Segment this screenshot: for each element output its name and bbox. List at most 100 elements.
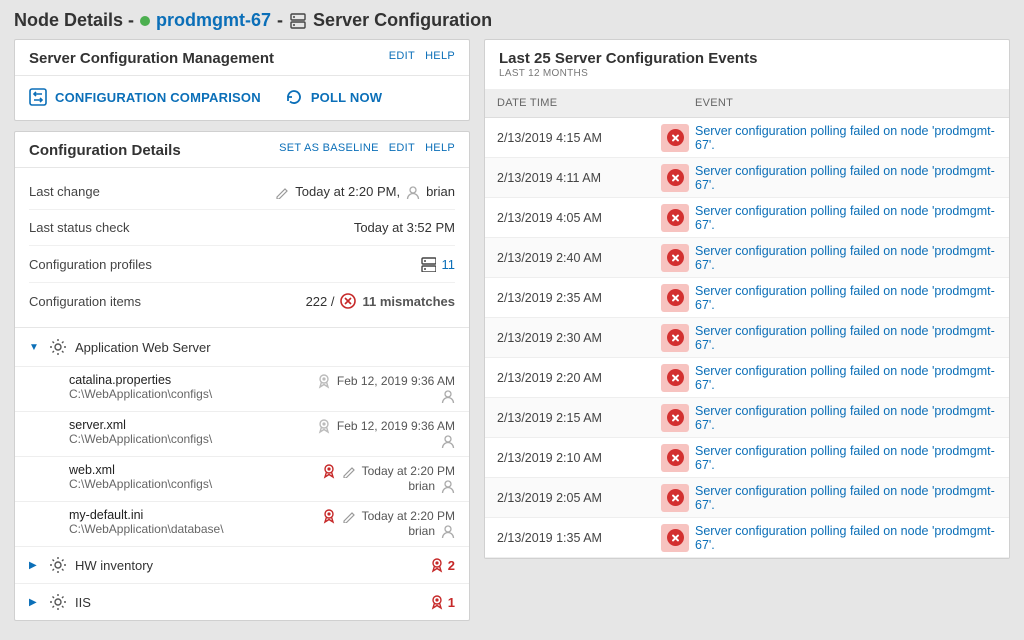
poll-now-button[interactable]: POLL NOW: [285, 88, 382, 106]
col-date-time: DATE TIME: [485, 89, 655, 117]
tree-item-path: C:\WebApplication\configs\: [69, 477, 212, 491]
error-badge-icon: [661, 164, 689, 192]
gear-icon: [49, 338, 67, 356]
user-icon: [441, 389, 455, 403]
tree-group-iis[interactable]: ▶ IIS 1: [15, 584, 469, 620]
event-message-link[interactable]: Server configuration polling failed on n…: [695, 404, 995, 432]
pen-icon: [275, 185, 289, 199]
tree-item[interactable]: web.xml C:\WebApplication\configs\ Today…: [15, 457, 469, 502]
panel-details-title: Configuration Details: [29, 142, 181, 159]
error-badge-icon: [661, 484, 689, 512]
ribbon-icon: [322, 463, 336, 479]
event-message-link[interactable]: Server configuration polling failed on n…: [695, 284, 995, 312]
tree-item-path: C:\WebApplication\database\: [69, 522, 224, 536]
tree-item-time: Feb 12, 2019 9:36 AM: [337, 374, 455, 388]
event-row: 2/13/2019 4:11 AM Server configuration p…: [485, 158, 1009, 198]
tree-item-path: C:\WebApplication\configs\: [69, 387, 212, 401]
error-badge-icon: [661, 404, 689, 432]
tree-group-app-web-server[interactable]: ▼ Application Web Server: [15, 328, 469, 367]
ribbon-icon: [430, 557, 444, 573]
tree-item-name: catalina.properties: [69, 373, 212, 387]
event-datetime: 2/13/2019 4:11 AM: [485, 171, 655, 185]
events-subtitle: LAST 12 MONTHS: [499, 68, 588, 79]
tree-item-time: Feb 12, 2019 9:36 AM: [337, 419, 455, 433]
last-change-time: Today at 2:20 PM,: [295, 184, 400, 199]
panel-config-details: Configuration Details SET AS BASELINE ED…: [14, 131, 470, 621]
event-datetime: 2/13/2019 2:15 AM: [485, 411, 655, 425]
tree-item[interactable]: my-default.ini C:\WebApplication\databas…: [15, 502, 469, 547]
event-datetime: 2/13/2019 1:35 AM: [485, 531, 655, 545]
event-datetime: 2/13/2019 4:05 AM: [485, 211, 655, 225]
event-datetime: 2/13/2019 2:05 AM: [485, 491, 655, 505]
event-datetime: 2/13/2019 2:40 AM: [485, 251, 655, 265]
error-badge-icon: [661, 364, 689, 392]
server-small-icon: [420, 256, 436, 272]
ribbon-icon: [317, 418, 331, 434]
last-change-user: brian: [426, 184, 455, 199]
event-row: 2/13/2019 2:30 AM Server configuration p…: [485, 318, 1009, 358]
tree-item-time: Today at 2:20 PM: [362, 509, 455, 523]
tree-item-path: C:\WebApplication\configs\: [69, 432, 212, 446]
details-help-link[interactable]: HELP: [425, 142, 455, 154]
config-comparison-button[interactable]: CONFIGURATION COMPARISON: [29, 88, 261, 106]
mgmt-help-link[interactable]: HELP: [425, 50, 455, 62]
profiles-count-link[interactable]: 11: [442, 257, 456, 272]
tree-item-name: my-default.ini: [69, 508, 224, 522]
ribbon-icon: [322, 508, 336, 524]
event-message-link[interactable]: Server configuration polling failed on n…: [695, 164, 995, 192]
event-message-link[interactable]: Server configuration polling failed on n…: [695, 444, 995, 472]
details-edit-link[interactable]: EDIT: [389, 142, 415, 154]
chevron-down-icon[interactable]: ▼: [29, 342, 41, 353]
ribbon-icon: [430, 594, 444, 610]
user-icon: [441, 434, 455, 448]
node-status-dot-icon: [140, 16, 150, 26]
title-prefix: Node Details -: [14, 10, 134, 31]
event-message-link[interactable]: Server configuration polling failed on n…: [695, 244, 995, 272]
event-message-link[interactable]: Server configuration polling failed on n…: [695, 364, 995, 392]
last-change-label: Last change: [29, 184, 100, 199]
event-message-link[interactable]: Server configuration polling failed on n…: [695, 524, 995, 552]
event-message-link[interactable]: Server configuration polling failed on n…: [695, 484, 995, 512]
tree-item-user: brian: [408, 479, 435, 493]
event-row: 2/13/2019 2:10 AM Server configuration p…: [485, 438, 1009, 478]
error-badge-icon: [661, 244, 689, 272]
tree-item-user: brian: [408, 524, 435, 538]
mgmt-edit-link[interactable]: EDIT: [389, 50, 415, 62]
tree-item[interactable]: catalina.properties C:\WebApplication\co…: [15, 367, 469, 412]
config-tree: ▼ Application Web Server catalina.proper…: [15, 327, 469, 620]
items-total: 222 /: [306, 294, 335, 309]
gear-icon: [49, 593, 67, 611]
tree-group-hw-inventory[interactable]: ▶ HW inventory 2: [15, 547, 469, 584]
compare-icon: [29, 88, 47, 106]
event-row: 2/13/2019 4:15 AM Server configuration p…: [485, 118, 1009, 158]
tree-item[interactable]: server.xml C:\WebApplication\configs\ Fe…: [15, 412, 469, 457]
items-label: Configuration items: [29, 294, 141, 309]
refresh-icon: [285, 88, 303, 106]
panel-mgmt-title: Server Configuration Management: [29, 50, 274, 67]
gear-icon: [49, 556, 67, 574]
last-status-value: Today at 3:52 PM: [354, 220, 455, 235]
set-baseline-link[interactable]: SET AS BASELINE: [279, 142, 379, 154]
event-row: 2/13/2019 2:35 AM Server configuration p…: [485, 278, 1009, 318]
event-message-link[interactable]: Server configuration polling failed on n…: [695, 124, 995, 152]
event-datetime: 2/13/2019 2:30 AM: [485, 331, 655, 345]
node-link[interactable]: prodmgmt-67: [156, 10, 271, 31]
chevron-right-icon[interactable]: ▶: [29, 597, 41, 608]
event-datetime: 2/13/2019 2:20 AM: [485, 371, 655, 385]
event-row: 2/13/2019 2:40 AM Server configuration p…: [485, 238, 1009, 278]
chevron-right-icon[interactable]: ▶: [29, 560, 41, 571]
pen-icon: [342, 464, 356, 478]
event-datetime: 2/13/2019 4:15 AM: [485, 131, 655, 145]
event-message-link[interactable]: Server configuration polling failed on n…: [695, 324, 995, 352]
error-circle-icon: [340, 293, 356, 309]
error-badge-icon: [661, 204, 689, 232]
tree-item-name: web.xml: [69, 463, 212, 477]
error-badge-icon: [661, 444, 689, 472]
user-icon: [441, 479, 455, 493]
page-title: Node Details - prodmgmt-67 - Server Conf…: [0, 0, 1024, 39]
event-message-link[interactable]: Server configuration polling failed on n…: [695, 204, 995, 232]
panel-events: Last 25 Server Configuration Events LAST…: [484, 39, 1010, 559]
event-datetime: 2/13/2019 2:35 AM: [485, 291, 655, 305]
user-icon: [406, 185, 420, 199]
pen-icon: [342, 509, 356, 523]
